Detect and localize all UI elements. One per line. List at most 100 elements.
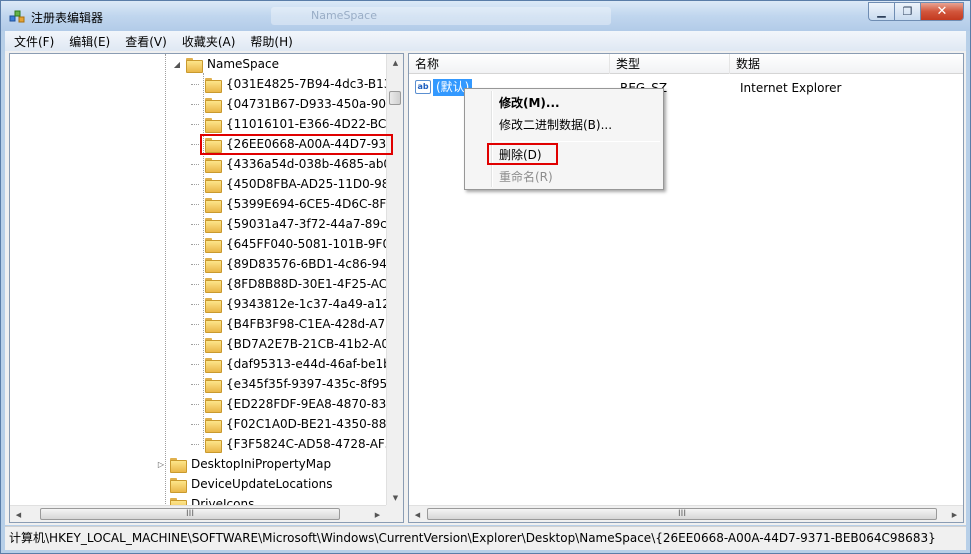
- tree-guide-branch: [191, 304, 199, 305]
- expand-icon[interactable]: ▷: [156, 460, 166, 469]
- tree-item-guid[interactable]: {B4FB3F98-C1EA-428d-A78A: [191, 314, 401, 334]
- tree-item-namespace[interactable]: ◢ NameSpace: [172, 54, 279, 74]
- tree-guide-branch: [191, 404, 199, 405]
- menu-file[interactable]: 文件(F): [5, 33, 60, 50]
- folder-icon: [205, 377, 222, 393]
- tree-item-label: DeviceUpdateLocations: [191, 477, 333, 491]
- menu-edit[interactable]: 编辑(E): [60, 33, 116, 50]
- context-menu: 修改(M)... 修改二进制数据(B)... 删除(D) 重命名(R): [464, 88, 664, 190]
- tree-guide-branch: [191, 424, 199, 425]
- column-header-type[interactable]: 类型: [610, 54, 730, 74]
- menu-view[interactable]: 查看(V): [116, 33, 173, 50]
- tree-item-guid[interactable]: {04731B67-D933-450a-90E6: [191, 94, 402, 114]
- list-header: 名称 类型 数据: [409, 54, 963, 74]
- context-menu-modify-binary[interactable]: 修改二进制数据(B)...: [499, 115, 612, 135]
- tree-guide-branch: [191, 344, 199, 345]
- folder-icon: [170, 457, 187, 473]
- context-menu-delete[interactable]: 删除(D): [499, 145, 542, 165]
- column-header-data[interactable]: 数据: [730, 54, 963, 74]
- tree-vertical-scrollbar[interactable]: ▲ ▼: [386, 54, 403, 506]
- registry-tree[interactable]: ◢ NameSpace {031E4825-7B94-4dc3-B131 {047…: [9, 53, 404, 523]
- tree-item-label: {BD7A2E7B-21CB-41b2-A08: [226, 337, 397, 351]
- tree-item-guid[interactable]: {59031a47-3f72-44a7-89c5-: [191, 214, 399, 234]
- tree-item-guid[interactable]: {645FF040-5081-101B-9F08-: [191, 234, 402, 254]
- column-header-name[interactable]: 名称: [409, 54, 610, 74]
- tree-item-label: {04731B67-D933-450a-90E6: [226, 97, 402, 111]
- tree-guide-branch: [191, 264, 199, 265]
- tree-item-guid[interactable]: {BD7A2E7B-21CB-41b2-A08: [191, 334, 397, 354]
- tree-guide-branch: [191, 144, 199, 145]
- string-value-icon: ab: [415, 80, 431, 94]
- folder-icon: [205, 337, 222, 353]
- tree-item-label: {ED228FDF-9EA8-4870-83b1: [226, 397, 402, 411]
- regedit-app-icon: [9, 10, 25, 23]
- menu-favorites[interactable]: 收藏夹(A): [173, 33, 242, 50]
- folder-icon: [205, 177, 222, 193]
- tree-horizontal-scrollbar[interactable]: ◀ III ▶: [10, 505, 386, 522]
- tree-item-guid[interactable]: {e345f35f-9397-435c-8f95-4: [191, 374, 399, 394]
- tree-item-guid[interactable]: {031E4825-7B94-4dc3-B131: [191, 74, 399, 94]
- folder-icon: [205, 417, 222, 433]
- tree-item-guid[interactable]: {11016101-E366-4D22-BC06: [191, 114, 402, 134]
- close-button[interactable]: ✕: [920, 2, 964, 21]
- tree-item-guid[interactable]: {F02C1A0D-BE21-4350-88B0: [191, 414, 402, 434]
- tree-item-label: {5399E694-6CE5-4D6C-8FCE: [226, 197, 403, 211]
- tree-item-label: {4336a54d-038b-4685-ab02: [226, 157, 399, 171]
- scroll-up-arrow-icon[interactable]: ▲: [387, 54, 403, 71]
- window-controls: ▁ ❐ ✕: [868, 2, 964, 22]
- tree-item-label: {daf95313-e44d-46af-be1b-: [226, 357, 396, 371]
- tree-item-label: {9343812e-1c37-4a49-a12e: [226, 297, 398, 311]
- tree-item-desktopinipropertymap[interactable]: ▷ DesktopIniPropertyMap: [156, 454, 331, 474]
- tree-item-label: {26EE0668-A00A-44D7-9371: [226, 137, 402, 151]
- tree-guide-branch: [191, 224, 199, 225]
- folder-icon: [205, 117, 222, 133]
- tree-item-guid[interactable]: {26EE0668-A00A-44D7-9371: [191, 134, 402, 154]
- scroll-right-arrow-icon[interactable]: ▶: [369, 506, 386, 522]
- tree-item-guid[interactable]: {daf95313-e44d-46af-be1b-: [191, 354, 396, 374]
- context-menu-modify[interactable]: 修改(M)...: [499, 93, 560, 113]
- menu-help[interactable]: 帮助(H): [241, 33, 298, 50]
- tree-item-guid[interactable]: {ED228FDF-9EA8-4870-83b1: [191, 394, 402, 414]
- minimize-button[interactable]: ▁: [868, 2, 894, 21]
- maximize-button[interactable]: ❐: [894, 2, 920, 21]
- tree-item-guid[interactable]: {F3F5824C-AD58-4728-AF59: [191, 434, 401, 454]
- scroll-right-arrow-icon[interactable]: ▶: [946, 506, 963, 522]
- tree-item-label: NameSpace: [207, 57, 279, 71]
- scroll-left-arrow-icon[interactable]: ◀: [409, 506, 426, 522]
- tree-item-label: {F3F5824C-AD58-4728-AF59: [226, 437, 401, 451]
- tree-guide-branch: [191, 124, 199, 125]
- folder-icon: [205, 277, 222, 293]
- title-bar[interactable]: 注册表编辑器 NameSpace ▁ ❐ ✕: [1, 1, 970, 31]
- tree-item-label: {8FD8B88D-30E1-4F25-AC2I: [226, 277, 399, 291]
- tree-guide-branch: [191, 324, 199, 325]
- tree-item-guid[interactable]: {5399E694-6CE5-4D6C-8FCE: [191, 194, 403, 214]
- close-icon: ✕: [936, 4, 948, 19]
- tree-hscroll-thumb[interactable]: III: [40, 508, 340, 520]
- folder-icon: [205, 357, 222, 373]
- tree-item-label: {450D8FBA-AD25-11D0-98A: [226, 177, 398, 191]
- collapse-icon[interactable]: ◢: [172, 60, 182, 69]
- tree-item-guid[interactable]: {4336a54d-038b-4685-ab02: [191, 154, 399, 174]
- folder-icon: [205, 157, 222, 173]
- regedit-window: 注册表编辑器 NameSpace ▁ ❐ ✕ 文件(F) 编辑(E) 查看(V)…: [0, 0, 971, 554]
- tree-guide-branch: [191, 184, 199, 185]
- folder-open-icon: [186, 57, 203, 73]
- tree-item-guid[interactable]: {450D8FBA-AD25-11D0-98A: [191, 174, 398, 194]
- menu-bar: 文件(F) 编辑(E) 查看(V) 收藏夹(A) 帮助(H): [5, 31, 966, 51]
- tree-item-label: {031E4825-7B94-4dc3-B131: [226, 77, 399, 91]
- folder-icon: [205, 437, 222, 453]
- window-title: 注册表编辑器: [31, 11, 104, 25]
- list-hscroll-thumb[interactable]: III: [427, 508, 937, 520]
- tree-item-deviceupdatelocations[interactable]: DeviceUpdateLocations: [156, 474, 333, 494]
- tree-guide-branch: [191, 244, 199, 245]
- list-horizontal-scrollbar[interactable]: ◀ III ▶: [409, 505, 963, 522]
- tree-vscroll-thumb[interactable]: [389, 91, 401, 105]
- status-bar-path: 计算机\HKEY_LOCAL_MACHINE\SOFTWARE\Microsof…: [5, 526, 966, 550]
- tree-item-guid[interactable]: {8FD8B88D-30E1-4F25-AC2I: [191, 274, 399, 294]
- ghost-title: NameSpace: [311, 9, 377, 22]
- tree-guide-branch: [191, 164, 199, 165]
- tree-item-guid[interactable]: {9343812e-1c37-4a49-a12e: [191, 294, 398, 314]
- scroll-down-arrow-icon[interactable]: ▼: [387, 489, 403, 506]
- tree-item-guid[interactable]: {89D83576-6BD1-4c86-9454: [191, 254, 402, 274]
- scroll-left-arrow-icon[interactable]: ◀: [10, 506, 27, 522]
